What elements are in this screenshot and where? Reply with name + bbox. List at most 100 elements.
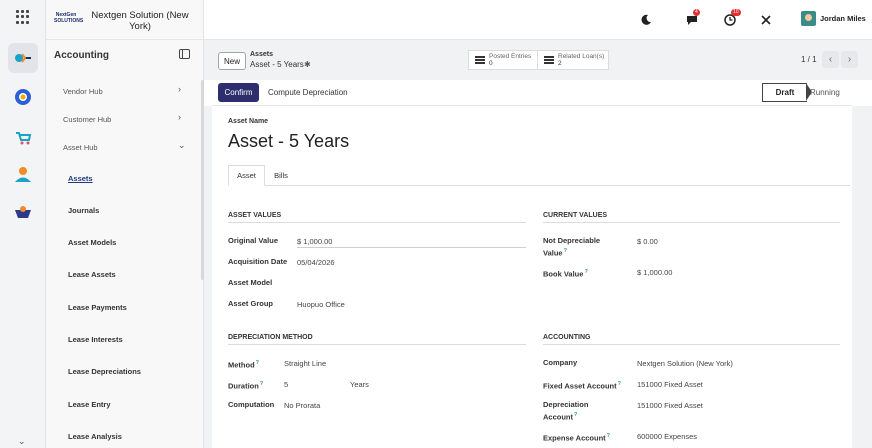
stage-draft[interactable]: Draft xyxy=(762,83,807,102)
pager-next-button[interactable]: › xyxy=(841,51,858,68)
status-bar: Confirm Compute Depreciation Draft Runni… xyxy=(212,80,852,106)
divider xyxy=(543,344,840,345)
notebook-tabs: Asset Bills xyxy=(228,165,850,186)
acquisition-date-field[interactable]: 05/04/2026 xyxy=(297,258,335,267)
pager-value[interactable]: 1 / 1 xyxy=(801,55,817,64)
book-value-label: Book Value? xyxy=(543,269,588,279)
method-label: Method? xyxy=(228,360,260,370)
gear-icon[interactable]: ✱ xyxy=(304,60,311,69)
tab-asset[interactable]: Asset xyxy=(228,165,265,186)
computation-label: Computation xyxy=(228,400,275,409)
divider xyxy=(228,222,526,223)
breadcrumb-parent[interactable]: Assets xyxy=(250,51,273,58)
sidebar-group-vendor-hub[interactable]: Vendor Hub xyxy=(63,87,103,96)
avatar[interactable] xyxy=(801,11,816,26)
sidebar-item-lease-payments[interactable]: Lease Payments xyxy=(68,303,127,312)
sheet-background-right xyxy=(852,106,872,448)
smart-button-label: Related Loan(s) xyxy=(558,53,605,60)
depreciation-account-field[interactable]: 151000 Fixed Asset xyxy=(637,401,703,410)
list-icon xyxy=(544,56,554,64)
messages-badge: 4 xyxy=(693,9,700,16)
fixed-asset-account-field[interactable]: 151000 Fixed Asset xyxy=(637,380,703,389)
top-navbar: 4 10 Jordan Miles xyxy=(204,0,872,40)
sidebar-title: Accounting xyxy=(54,50,109,61)
user-name[interactable]: Jordan Miles xyxy=(820,14,866,23)
section-title-current-values: CURRENT VALUES xyxy=(543,212,608,219)
smart-button-value: 2 xyxy=(558,60,562,67)
tools-icon[interactable] xyxy=(758,12,774,28)
list-icon xyxy=(475,56,485,64)
company-switcher[interactable]: NextGen SOLUTIONS Nextgen Solution (New … xyxy=(46,0,204,40)
sidebar-group-customer-hub[interactable]: Customer Hub xyxy=(63,115,111,124)
chevron-down-icon[interactable]: ⌄ xyxy=(178,140,186,151)
company-logo: NextGen SOLUTIONS xyxy=(54,12,84,24)
depreciation-account-label: Depreciation Account? xyxy=(543,400,589,422)
smart-button-value: 0 xyxy=(489,60,493,67)
sidebar-item-assets[interactable]: Assets xyxy=(68,174,93,183)
compute-depreciation-button[interactable]: Compute Depreciation xyxy=(268,88,348,97)
computation-field[interactable]: No Prorata xyxy=(284,401,320,410)
sidebar-item-lease-entry[interactable]: Lease Entry xyxy=(68,400,111,409)
activities-badge: 10 xyxy=(731,9,741,16)
activities-clock-icon[interactable]: 10 xyxy=(722,9,741,28)
chevron-right-icon[interactable]: › xyxy=(178,84,181,94)
inventory-app-icon[interactable] xyxy=(8,197,38,227)
form-sheet: Asset Name Asset - 5 Years Asset Bills A… xyxy=(212,106,852,448)
expense-account-field[interactable]: 600000 Expenses xyxy=(637,432,697,441)
asset-group-field[interactable]: Huopuo Office xyxy=(297,300,345,309)
dark-mode-moon-icon[interactable] xyxy=(638,12,654,28)
sidebar-item-lease-depreciations[interactable]: Lease Depreciations xyxy=(68,367,141,376)
divider xyxy=(228,344,526,345)
related-loans-button[interactable]: Related Loan(s) 2 xyxy=(537,50,609,70)
sidebar-group-asset-hub[interactable]: Asset Hub xyxy=(63,143,98,152)
accounting-app-icon[interactable] xyxy=(8,43,38,73)
discuss-app-icon[interactable] xyxy=(8,82,38,112)
asset-model-field[interactable] xyxy=(297,279,526,289)
divider xyxy=(543,222,840,223)
duration-label: Duration? xyxy=(228,381,264,391)
company-label: Company xyxy=(543,358,578,367)
confirm-button[interactable]: Confirm xyxy=(218,83,259,102)
original-value-label: Original Value xyxy=(228,236,279,245)
asset-name-field[interactable]: Asset - 5 Years xyxy=(228,131,349,152)
contacts-app-icon[interactable] xyxy=(8,159,38,189)
posted-entries-button[interactable]: Posted Entries 0 xyxy=(468,50,538,70)
asset-model-label: Asset Model xyxy=(228,278,273,287)
breadcrumb-current: Asset - 5 Years xyxy=(250,60,304,69)
sidebar-item-lease-interests[interactable]: Lease Interests xyxy=(68,335,123,344)
asset-name-label: Asset Name xyxy=(228,118,269,125)
sidebar-item-asset-models[interactable]: Asset Models xyxy=(68,238,116,247)
sidebar-item-lease-analysis[interactable]: Lease Analysis xyxy=(68,432,122,441)
pager-previous-button[interactable]: ‹ xyxy=(822,51,839,68)
sidebar-item-lease-assets[interactable]: Lease Assets xyxy=(68,270,116,279)
sales-app-icon[interactable] xyxy=(8,123,38,153)
company-field[interactable]: Nextgen Solution (New York) xyxy=(637,359,733,368)
sidebar-toggle-icon[interactable] xyxy=(179,49,190,59)
messages-icon[interactable]: 4 xyxy=(684,9,700,28)
sidebar-item-journals[interactable]: Journals xyxy=(68,206,99,215)
app-bar: ⌄ xyxy=(0,0,46,448)
chevron-down-icon[interactable]: ⌄ xyxy=(18,436,26,447)
tab-bills[interactable]: Bills xyxy=(265,165,297,186)
sheet-background-left xyxy=(204,106,212,448)
section-title-depreciation-method: DEPRECIATION METHOD xyxy=(228,334,313,341)
asset-group-label: Asset Group xyxy=(228,299,274,308)
stage-running[interactable]: Running xyxy=(810,88,840,97)
original-value-field[interactable]: $ 1,000.00 xyxy=(297,237,526,248)
apps-grid-icon[interactable] xyxy=(16,10,30,24)
not-depreciable-field[interactable]: $ 0.00 xyxy=(637,237,658,246)
section-title-asset-values: ASSET VALUES xyxy=(228,212,282,219)
duration-field[interactable]: 5 xyxy=(284,380,288,389)
duration-unit-field[interactable]: Years xyxy=(350,380,369,389)
new-button[interactable]: New xyxy=(218,52,246,70)
control-panel: New Assets Asset - 5 Years ✱ Posted Entr… xyxy=(204,40,872,80)
section-title-accounting: ACCOUNTING xyxy=(543,334,591,341)
expense-account-label: Expense Account? xyxy=(543,433,611,443)
book-value-field: $ 1,000.00 xyxy=(637,268,673,277)
fixed-asset-account-label: Fixed Asset Account? xyxy=(543,381,622,391)
method-field[interactable]: Straight Line xyxy=(284,359,326,368)
chevron-right-icon[interactable]: › xyxy=(178,112,181,122)
sidebar: NextGen SOLUTIONS Nextgen Solution (New … xyxy=(46,0,204,448)
acquisition-date-label: Acquisition Date xyxy=(228,257,288,266)
not-depreciable-label: Not Depreciable Value? xyxy=(543,236,601,258)
